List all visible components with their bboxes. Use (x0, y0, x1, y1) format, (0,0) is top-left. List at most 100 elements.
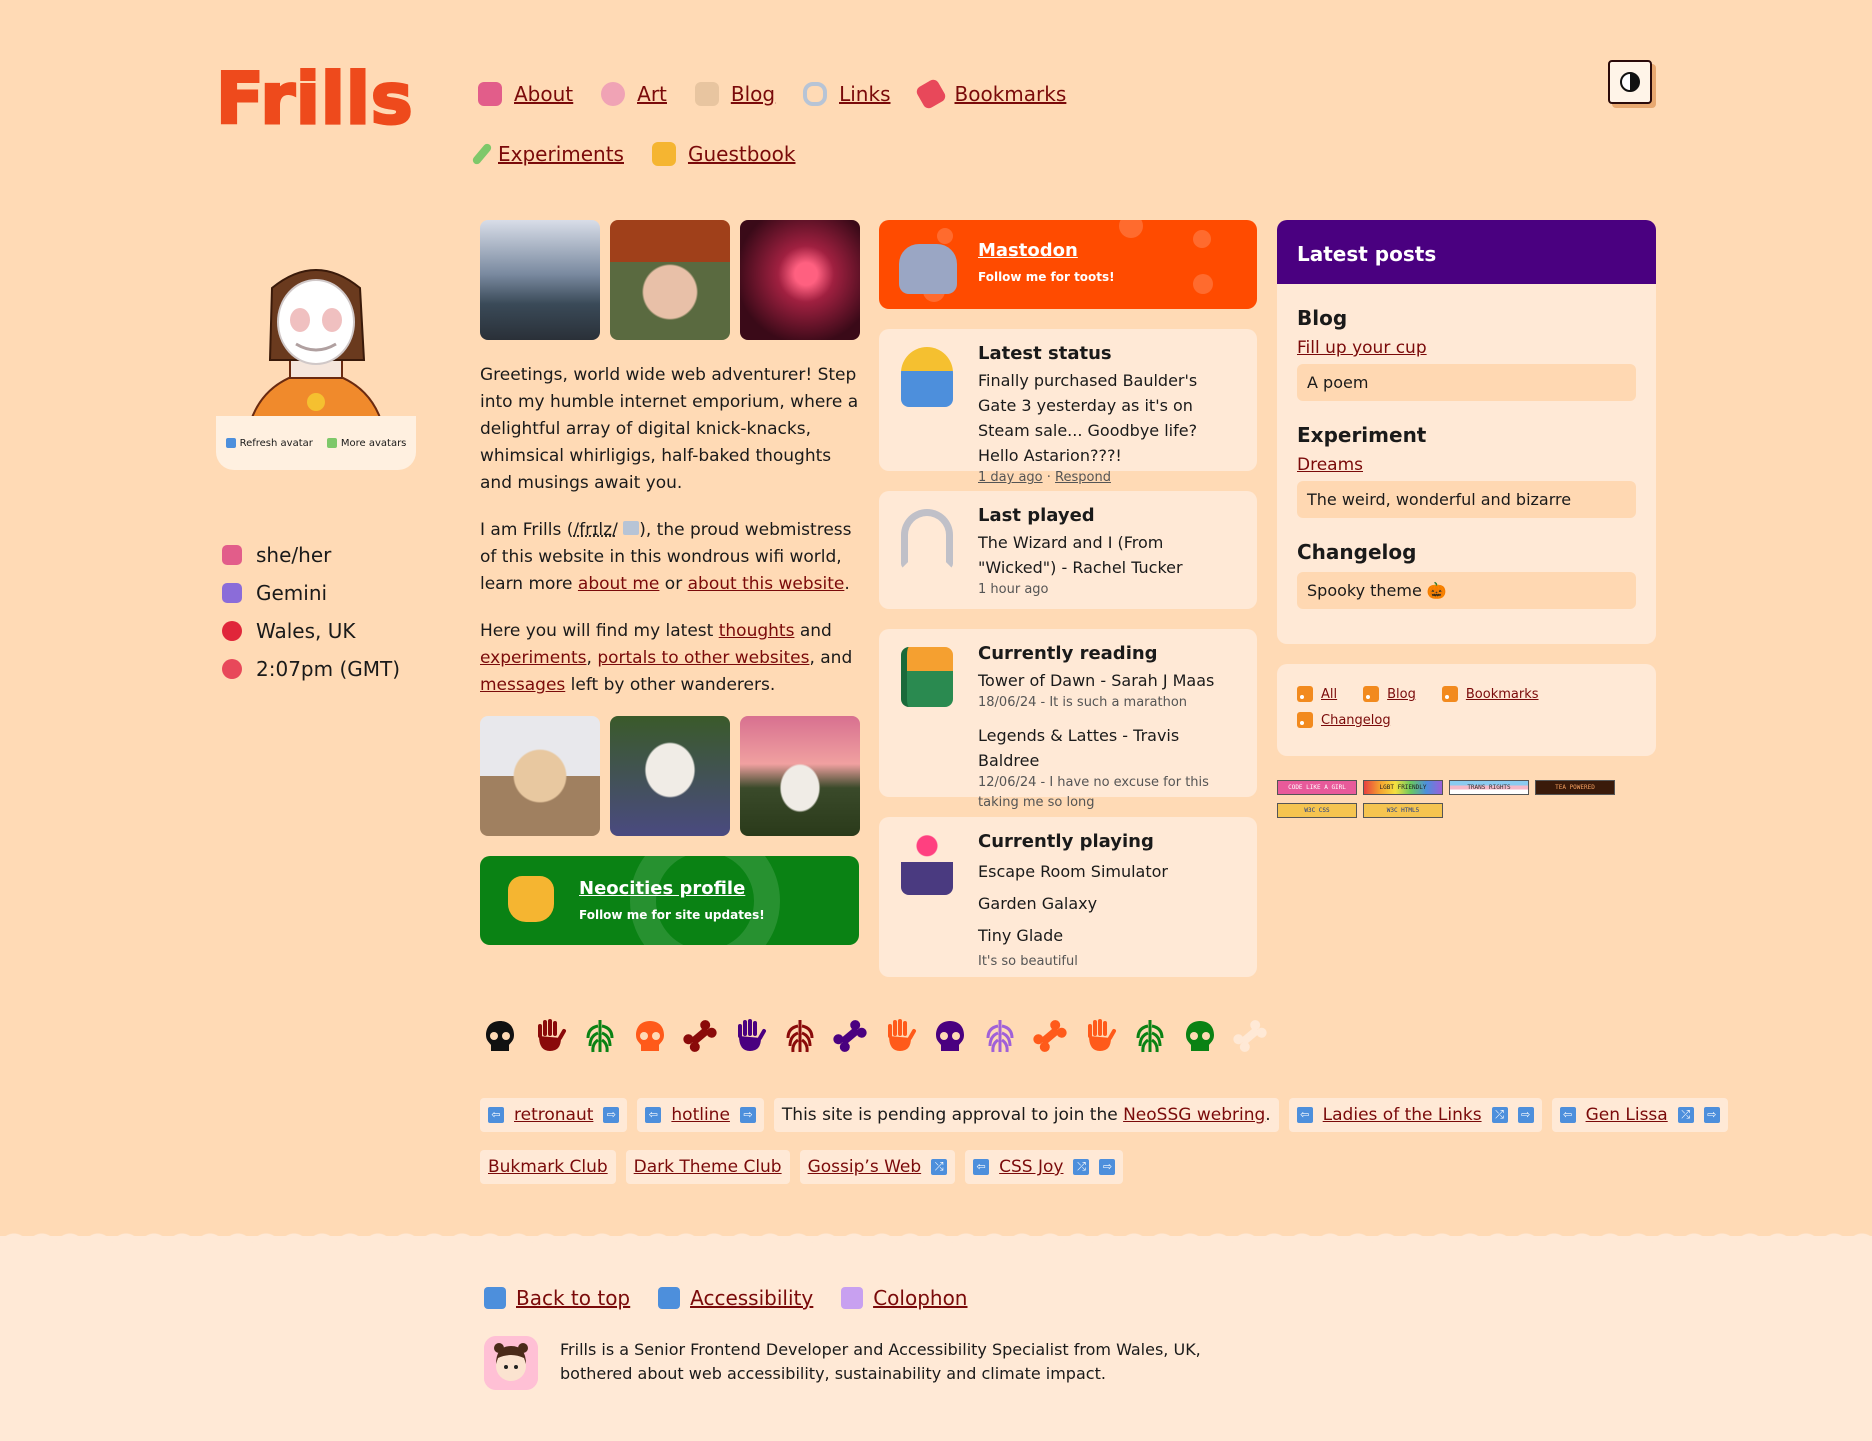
badge-tea-powered[interactable]: TEA POWERED (1535, 780, 1615, 795)
random-shuffle-icon[interactable]: ⤮ (931, 1159, 948, 1175)
thoughts-link[interactable]: thoughts (719, 621, 795, 641)
next-arrow-icon[interactable]: ⇨ (1517, 1107, 1534, 1123)
rss-bookmarks-link[interactable]: Bookmarks (1441, 686, 1539, 702)
random-shuffle-icon[interactable]: ⤮ (1677, 1107, 1694, 1123)
rss-feeds-card: All Blog Bookmarks Changelog (1277, 664, 1656, 756)
rss-changelog-link[interactable]: Changelog (1297, 712, 1391, 728)
dark-theme-club-link[interactable]: Dark Theme Club (634, 1157, 782, 1177)
bone-icon (832, 1018, 868, 1054)
about-me-link[interactable]: about me (578, 574, 659, 594)
gossips-web-link[interactable]: Gossip’s Web (808, 1157, 922, 1177)
photo-portrait[interactable] (610, 220, 730, 340)
experiments-link[interactable]: experiments (480, 648, 587, 668)
neocities-profile-card[interactable]: Neocities profile Follow me for site upd… (480, 856, 859, 945)
photo-dog-sunset[interactable] (740, 716, 860, 836)
badge-lgbt-friendly[interactable]: LGBT FRIENDLY (1363, 780, 1443, 795)
next-arrow-icon[interactable]: ⇨ (603, 1107, 620, 1123)
last-played-card: Last played The Wizard and I (From "Wick… (879, 491, 1257, 609)
footer-back-to-top[interactable]: Back to top (484, 1286, 630, 1310)
fact-star-sign: Gemini (222, 574, 400, 612)
webring-retronaut-link[interactable]: retronaut (514, 1105, 593, 1125)
badge-w3c-html5[interactable]: W3C HTML5 (1363, 803, 1443, 818)
rss-icon (1441, 686, 1458, 702)
button-badges: CODE LIKE A GIRL LGBT FRIENDLY TRANS RIG… (1277, 780, 1657, 826)
neossg-webring-link[interactable]: NeoSSG webring (1123, 1105, 1265, 1125)
previous-arrow-icon[interactable]: ⇦ (1296, 1107, 1313, 1123)
latest-changelog-entry[interactable]: Spooky theme 🎃 (1297, 572, 1636, 609)
latest-blog-link[interactable]: Fill up your cup (1297, 338, 1636, 358)
status-time-link[interactable]: 1 day ago (978, 470, 1043, 485)
nav-about[interactable]: About (478, 82, 573, 106)
photo-dog-bluebells[interactable] (610, 716, 730, 836)
mastodon-card[interactable]: Mastodon Follow me for toots! (879, 220, 1257, 309)
nav-links[interactable]: Links (803, 82, 891, 106)
avatar-card: Refresh avatar More avatars (216, 224, 416, 470)
photo-lake-dog[interactable] (480, 220, 600, 340)
nav-art[interactable]: Art (601, 82, 667, 106)
bukmark-club-link[interactable]: Bukmark Club (488, 1157, 608, 1177)
skull-icon (482, 1018, 518, 1054)
nav-guestbook[interactable]: Guestbook (651, 142, 795, 166)
profile-facts: she/her Gemini Wales, UK 2:07pm (GMT) (222, 536, 400, 688)
memo-icon (694, 82, 719, 106)
nav-experiments[interactable]: Experiments (471, 142, 624, 166)
footer-accessibility[interactable]: Accessibility (658, 1286, 813, 1310)
next-arrow-icon[interactable]: ⇨ (739, 1107, 756, 1123)
refresh-avatar-button[interactable]: Refresh avatar (225, 438, 313, 449)
messages-link[interactable]: messages (480, 675, 565, 695)
webring-ladies-of-the-links: ⇦ Ladies of the Links ⤮ ⇨ (1288, 1098, 1542, 1132)
alarm-clock-icon (222, 659, 242, 679)
css-joy-link[interactable]: CSS Joy (999, 1157, 1063, 1177)
webring-hotline: ⇦ hotline ⇨ (637, 1098, 764, 1132)
footer-wave-divider (0, 1224, 1872, 1248)
next-arrow-icon[interactable]: ⇨ (1703, 1107, 1720, 1123)
photo-puppy[interactable] (480, 716, 600, 836)
nav-blog[interactable]: Blog (694, 82, 775, 106)
bone-icon (682, 1018, 718, 1054)
footer-colophon[interactable]: Colophon (841, 1286, 967, 1310)
about-website-link[interactable]: about this website (688, 574, 845, 594)
book-entry: Tower of Dawn - Sarah J Maas 18/06/24 - … (978, 671, 1215, 710)
badge-w3c-css[interactable]: W3C CSS (1277, 803, 1357, 818)
theme-toggle-button[interactable] (1608, 60, 1652, 104)
neocities-title[interactable]: Neocities profile (579, 878, 745, 899)
webring-gen-lissa-link[interactable]: Gen Lissa (1586, 1105, 1668, 1125)
game-note: It's so beautiful (978, 954, 1078, 969)
fairy-icon (901, 347, 953, 407)
skull-icon (1182, 1018, 1218, 1054)
random-shuffle-icon[interactable]: ⤮ (1073, 1159, 1090, 1175)
webring-ladies-link[interactable]: Ladies of the Links (1323, 1105, 1482, 1125)
joystick-icon (901, 835, 953, 895)
previous-arrow-icon[interactable]: ⇦ (645, 1107, 662, 1123)
next-arrow-icon[interactable]: ⇨ (1099, 1159, 1116, 1175)
webring-hotline-link[interactable]: hotline (671, 1105, 730, 1125)
last-played-time: 1 hour ago (978, 582, 1049, 597)
site-logo[interactable]: Frills (215, 57, 415, 142)
mastodon-title[interactable]: Mastodon (978, 240, 1078, 261)
previous-arrow-icon[interactable]: ⇦ (973, 1159, 990, 1175)
bone-icon (1232, 1018, 1268, 1054)
speaker-icon[interactable] (623, 521, 640, 535)
rss-icon (1363, 686, 1380, 702)
previous-arrow-icon[interactable]: ⇦ (1559, 1107, 1576, 1123)
up-arrow-icon (484, 1287, 506, 1309)
previous-arrow-icon[interactable]: ⇦ (488, 1107, 504, 1123)
rss-blog-link[interactable]: Blog (1363, 686, 1416, 702)
more-avatars-button[interactable]: More avatars (326, 438, 406, 449)
badge-trans-rights[interactable]: TRANS RIGHTS (1449, 780, 1529, 795)
footer-about-text: Frills is a Senior Frontend Developer an… (560, 1340, 1201, 1383)
random-shuffle-icon[interactable]: ⤮ (1491, 1107, 1508, 1123)
portals-link[interactable]: portals to other websites (597, 648, 809, 668)
hand-icon (882, 1018, 918, 1054)
photo-nebula[interactable] (740, 220, 860, 340)
latest-posts-card: Latest posts Blog Fill up your cup A poe… (1277, 220, 1656, 644)
fact-pronouns: she/her (222, 536, 400, 574)
rss-all-link[interactable]: All (1297, 686, 1337, 702)
skull-icon (932, 1018, 968, 1054)
badge-code-like-a-girl[interactable]: CODE LIKE A GIRL (1277, 780, 1357, 795)
nav-bookmarks[interactable]: Bookmarks (914, 77, 1066, 111)
webring-gen-lissa: ⇦ Gen Lissa ⤮ ⇨ (1551, 1098, 1728, 1132)
intro-paragraph-3: Here you will find my latest thoughts an… (480, 621, 853, 695)
respond-link[interactable]: Respond (1055, 470, 1111, 485)
latest-experiment-link[interactable]: Dreams (1297, 455, 1636, 475)
